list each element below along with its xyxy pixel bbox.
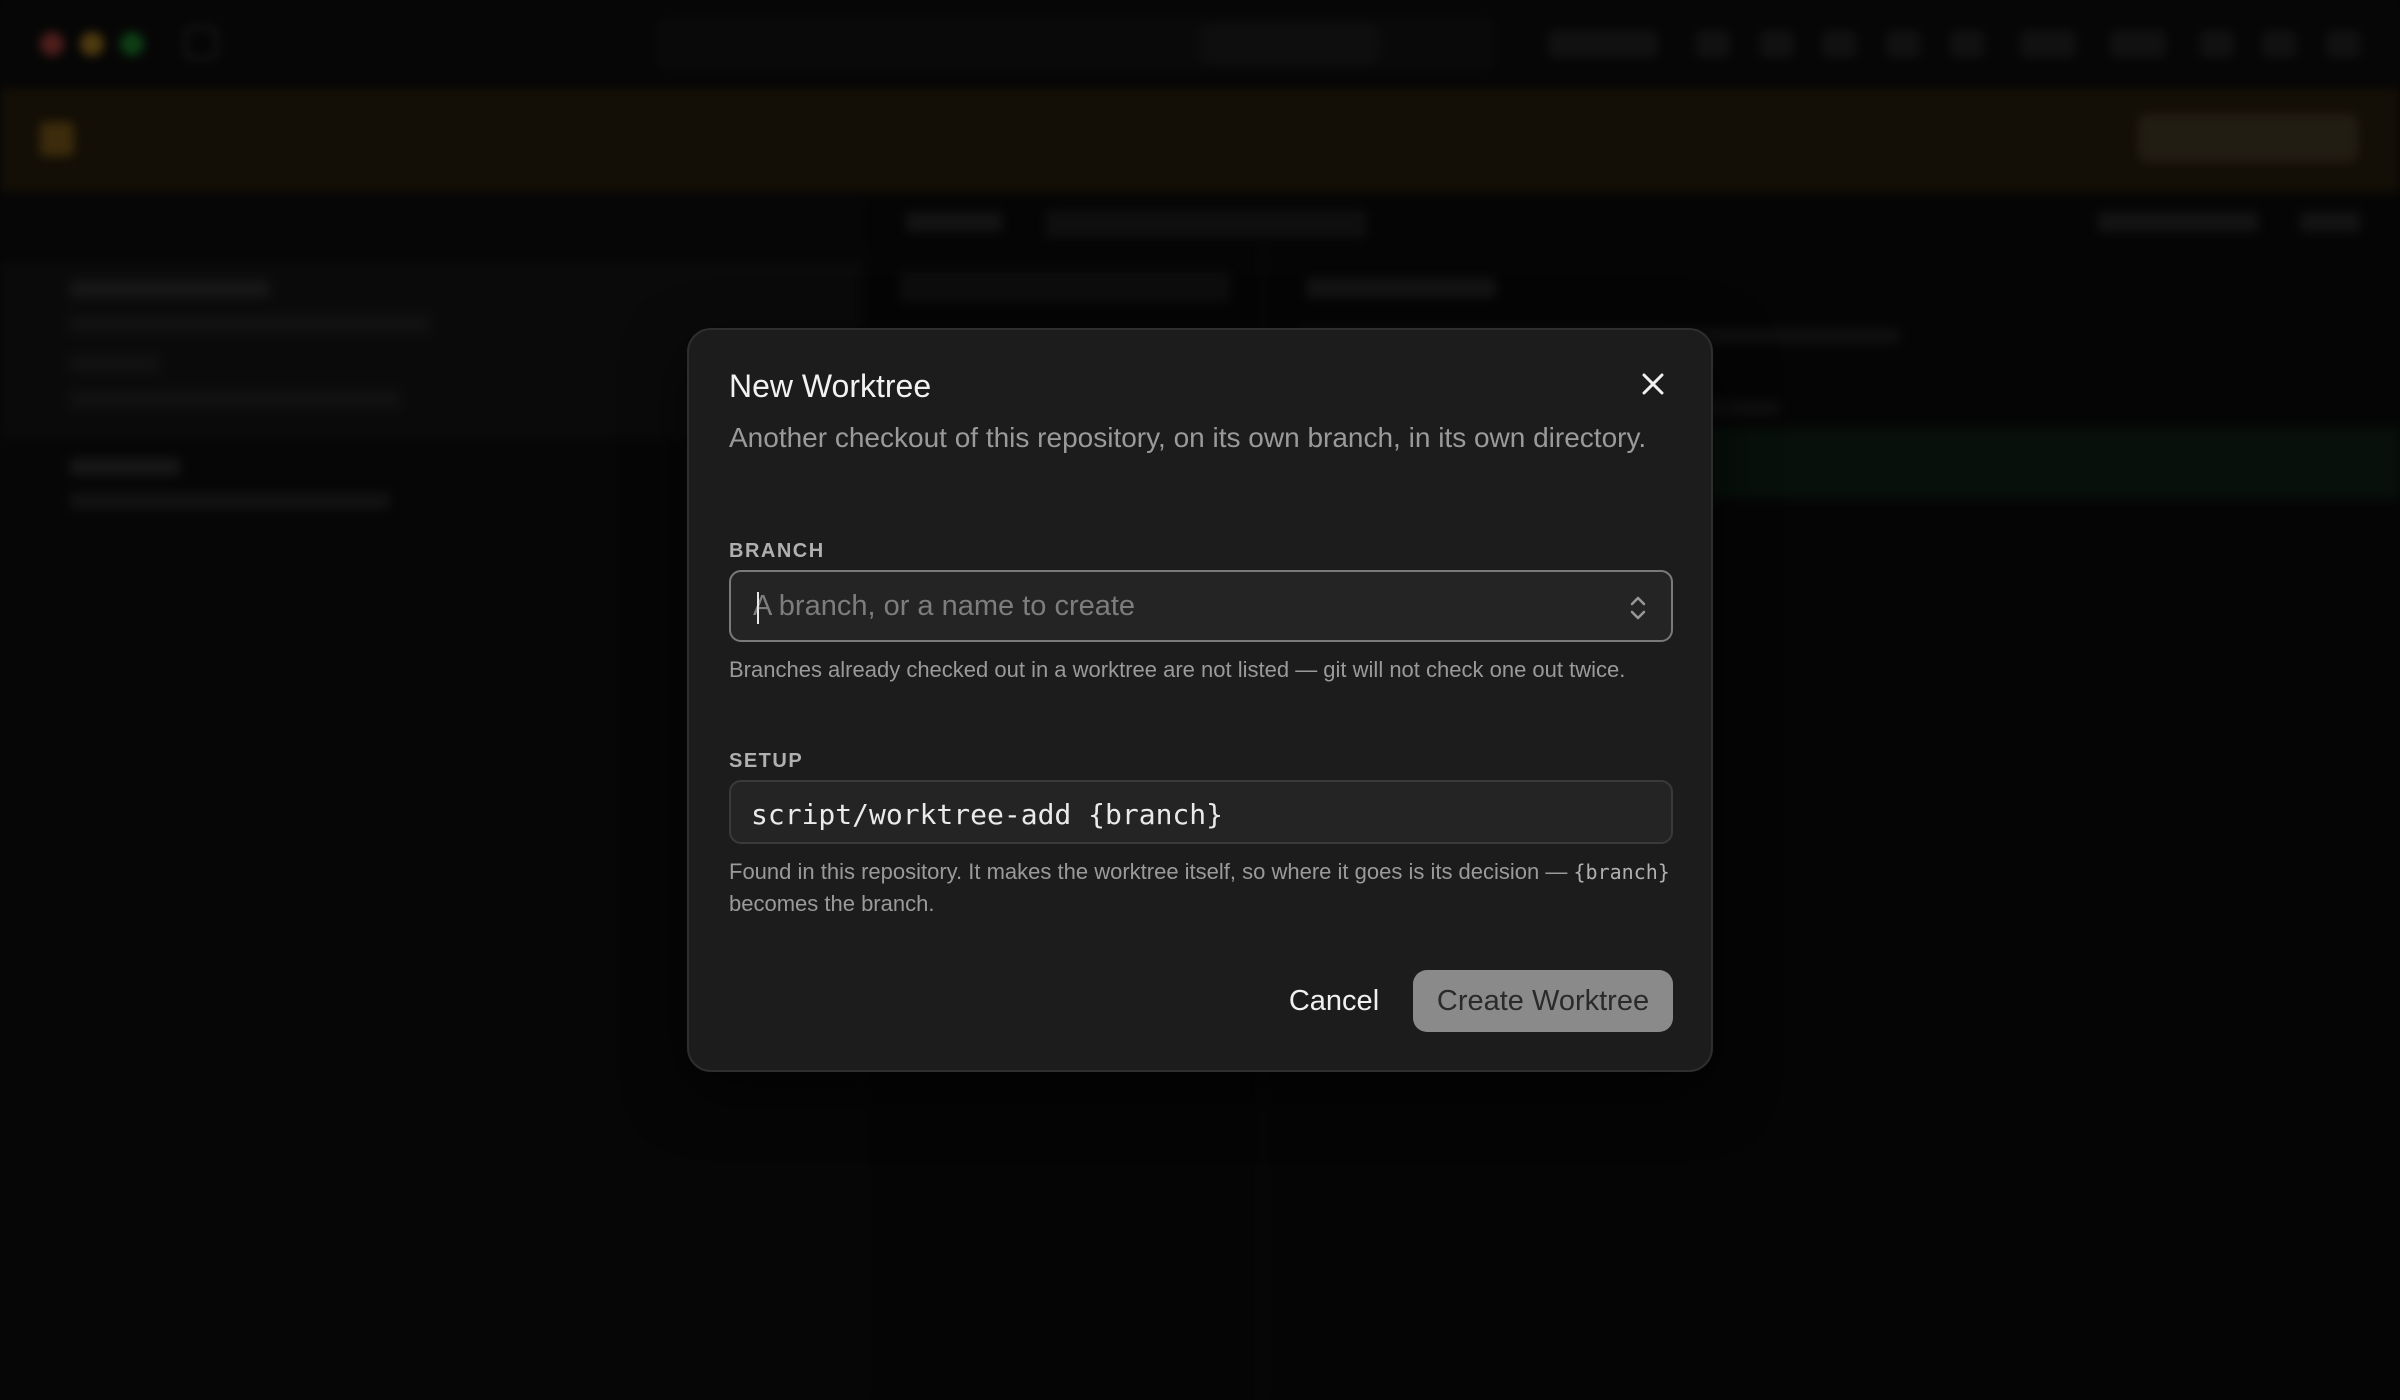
- setup-hint-code: {branch}: [1573, 860, 1670, 884]
- app-window: New Worktree Another checkout of this re…: [0, 0, 2400, 1400]
- close-icon[interactable]: [1635, 366, 1671, 402]
- setup-command-field[interactable]: script/worktree-add {branch}: [729, 780, 1673, 844]
- cancel-button[interactable]: Cancel: [1259, 970, 1409, 1032]
- setup-hint-text-end: becomes the branch.: [729, 891, 935, 916]
- text-caret: [757, 592, 759, 624]
- setup-label: SETUP: [729, 750, 804, 772]
- setup-hint: Found in this repository. It makes the w…: [729, 856, 1673, 920]
- branch-combobox[interactable]: [729, 570, 1673, 642]
- setup-hint-text: Found in this repository. It makes the w…: [729, 859, 1568, 884]
- branch-label: BRANCH: [729, 540, 825, 562]
- setup-command-value: script/worktree-add {branch}: [751, 798, 1224, 831]
- dialog-title: New Worktree: [729, 368, 932, 404]
- new-worktree-dialog: New Worktree Another checkout of this re…: [687, 328, 1713, 1072]
- create-worktree-button[interactable]: Create Worktree: [1413, 970, 1673, 1032]
- dialog-description: Another checkout of this repository, on …: [729, 422, 1647, 453]
- branch-hint: Branches already checked out in a worktr…: [729, 657, 1626, 682]
- chevron-up-down-icon[interactable]: [1623, 592, 1653, 624]
- branch-input[interactable]: [753, 572, 1613, 640]
